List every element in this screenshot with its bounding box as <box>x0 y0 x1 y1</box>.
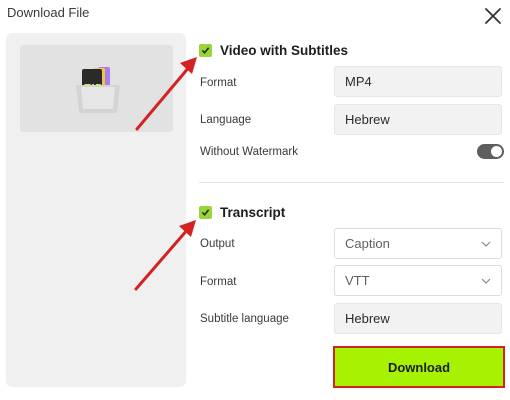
annotation-arrow-icon <box>135 57 197 131</box>
annotation-arrows <box>134 57 197 291</box>
annotation-arrow-icon <box>134 220 196 291</box>
